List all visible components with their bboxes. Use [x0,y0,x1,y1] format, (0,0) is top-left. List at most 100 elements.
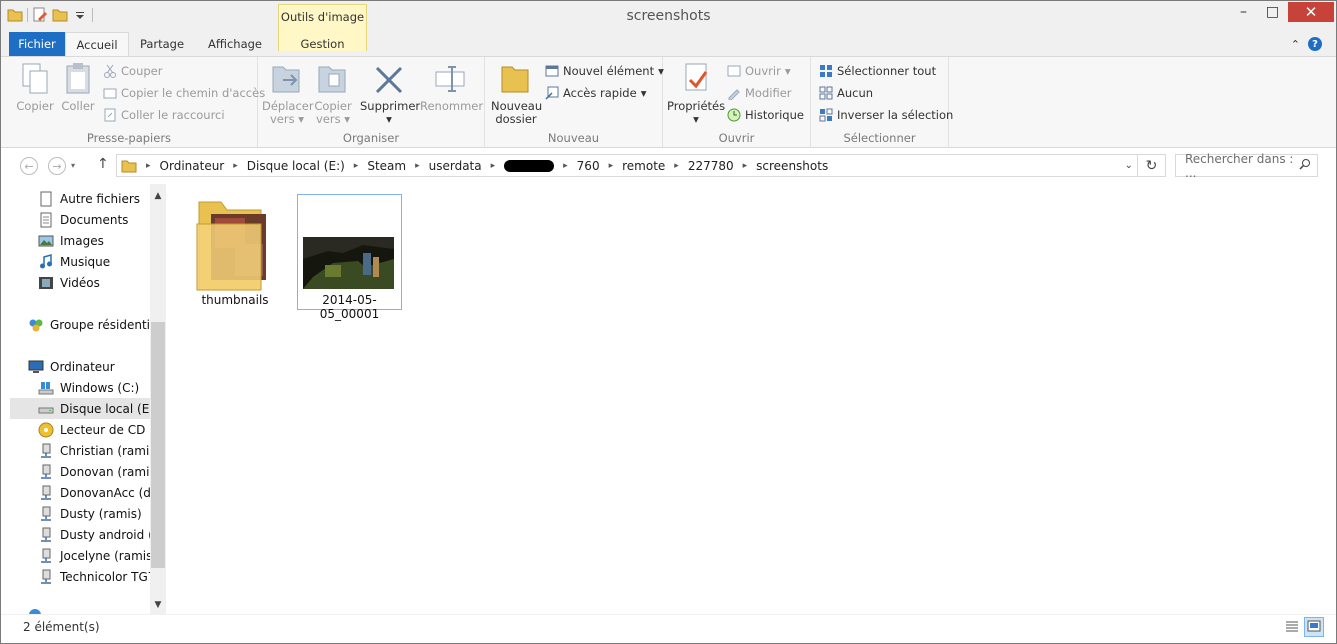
tab-file[interactable]: Fichier [9,32,65,56]
explorer-window: screenshots – □ ✕ Outils d'image Fichier… [0,0,1337,644]
item-count: 2 élément(s) [23,620,100,634]
forward-button[interactable]: → [48,157,66,175]
search-input[interactable]: Rechercher dans : ... [1185,152,1299,180]
properties-button[interactable]: Propriétés ▾ [667,62,725,126]
file-item-folder[interactable]: thumbnails [191,194,279,309]
copy-button[interactable]: Copier [13,62,57,113]
nav-item-network-drive[interactable]: DonovanAcc (do [1,482,151,503]
open-group-label: Ouvrir [718,131,755,145]
move-to-button[interactable]: Déplacer vers ▾ [262,62,314,126]
select-all-button[interactable]: Sélectionner tout [819,62,936,80]
document-icon [38,191,54,207]
help-icon[interactable]: ? [1308,37,1322,51]
clipboard-group-label: Presse-papiers [86,131,172,145]
history-button[interactable]: Historique [727,106,804,124]
breadcrumb-item[interactable]: Ordinateur [160,159,225,173]
close-button[interactable]: ✕ [1288,2,1334,22]
copy-path-button[interactable]: Copier le chemin d'accès [103,84,265,102]
up-arrow-icon[interactable]: ↑ [97,156,109,172]
nav-item-cd-drive[interactable]: Lecteur de CD (F: [1,419,151,440]
open-button[interactable]: Ouvrir ▾ [727,62,791,80]
nav-scrollbar[interactable]: ▲ ▼ [150,184,166,614]
documents-icon [38,212,54,228]
select-all-icon [819,64,833,78]
nav-item-windows-c[interactable]: Windows (C:) [1,377,151,398]
minimize-button[interactable]: – [1230,2,1257,22]
large-icons-view-button[interactable] [1304,617,1324,637]
chevron-up-icon[interactable]: ⌃ [1291,38,1300,51]
nav-item-network-drive[interactable]: Jocelyne (ramis) [1,545,151,566]
ribbon: Copier Coller Couper Copier le chemin d'… [1,56,1336,148]
organize-group: Déplacer vers ▾ Copier vers ▾ Supprimer … [258,57,485,148]
copy-to-button[interactable]: Copier vers ▾ [312,62,354,126]
invert-selection-button[interactable]: Inverser la sélection [819,106,953,124]
paste-button[interactable]: Coller [59,62,97,113]
address-dropdown-icon[interactable]: ⌄ [1125,160,1133,171]
nav-item-network-drive[interactable]: Technicolor TG78 [1,566,151,587]
tab-home[interactable]: Accueil [65,32,129,57]
breadcrumb-item[interactable]: remote [622,159,665,173]
properties-check-icon [680,62,712,96]
nav-item-music[interactable]: Musique [1,251,151,272]
breadcrumb-item[interactable]: 760 [577,159,600,173]
tab-share[interactable]: Partage [129,32,195,56]
rename-icon [434,62,466,96]
scroll-up-arrow[interactable]: ▲ [150,188,166,204]
address-bar[interactable]: ▸ Ordinateur ▸ Disque local (E:) ▸ Steam ▸ … [116,154,1138,177]
tab-view[interactable]: Affichage [195,32,275,56]
new-item-button[interactable]: Nouvel élément ▾ [545,62,664,80]
network-drive-icon [38,485,54,501]
new-folder-icon [500,62,532,96]
clipboard-icon [62,62,94,96]
nav-item-network-drive[interactable]: Christian (ramis) [1,440,151,461]
breadcrumb-item[interactable]: Steam [367,159,406,173]
file-item-image[interactable]: 2014-05-05_00001 [297,194,402,321]
details-view-button[interactable] [1282,617,1302,637]
nav-item-images[interactable]: Images [1,230,151,251]
folder-icon [195,194,277,291]
image-thumbnail-icon [303,237,394,289]
nav-item-other-files[interactable]: Autre fichiers [1,188,151,209]
nav-item-local-disk-e[interactable]: Disque local (E:) [10,398,150,419]
back-button[interactable]: ← [20,157,38,175]
copy-path-icon [103,86,117,100]
scroll-thumb[interactable] [151,322,165,568]
paste-shortcut-button[interactable]: Coller le raccourci [103,106,225,124]
delete-button[interactable]: Supprimer ▾ [360,62,420,126]
folder-icon [121,158,137,174]
nav-item-videos[interactable]: Vidéos [1,272,151,293]
select-group: Sélectionner tout Aucun Inverser la séle… [811,57,953,148]
breadcrumb-item[interactable]: 227780 [688,159,734,173]
search-box[interactable]: Rechercher dans : ... [1175,152,1318,180]
homegroup-icon [28,317,44,333]
nav-item-network-drive[interactable]: Donovan (ramis) [1,461,151,482]
nav-item-homegroup[interactable]: Groupe résidentiel [1,314,151,335]
breadcrumb-item[interactable]: screenshots [756,159,828,173]
pictures-icon [38,233,54,249]
open-icon [727,64,741,78]
refresh-button[interactable]: ↻ [1138,154,1166,177]
copy-icon [19,62,51,96]
new-folder-button[interactable]: Nouveau dossier [491,62,542,126]
cut-button[interactable]: Couper [103,62,162,80]
scroll-down-arrow[interactable]: ▼ [150,597,166,613]
maximize-button[interactable]: □ [1259,2,1286,22]
select-none-button[interactable]: Aucun [819,84,873,102]
invert-selection-icon [819,108,833,122]
tab-manage[interactable]: Gestion [279,32,366,56]
ribbon-controls: ⌃ ? [1291,32,1322,56]
rename-button[interactable]: Renommer [420,62,483,113]
new-group: Nouveau dossier Nouvel élément ▾ Accès ra… [485,57,664,148]
easy-access-button[interactable]: Accès rapide ▾ [545,84,646,102]
nav-item-documents[interactable]: Documents [1,209,151,230]
breadcrumb-item[interactable]: userdata [429,159,482,173]
organize-group-label: Organiser [342,131,400,145]
edit-button[interactable]: Modifier [727,84,792,102]
recent-locations-icon[interactable]: ▾ [71,161,75,170]
breadcrumb-item[interactable]: Disque local (E:) [247,159,345,173]
nav-item-network-drive[interactable]: Dusty android (ra [1,524,151,545]
nav-item-computer[interactable]: Ordinateur [1,356,151,377]
new-group-label: Nouveau [547,131,600,145]
nav-item-network-drive[interactable]: Dusty (ramis) [1,503,151,524]
navigation-pane: Autre fichiers Documents Images Musique … [1,184,166,614]
